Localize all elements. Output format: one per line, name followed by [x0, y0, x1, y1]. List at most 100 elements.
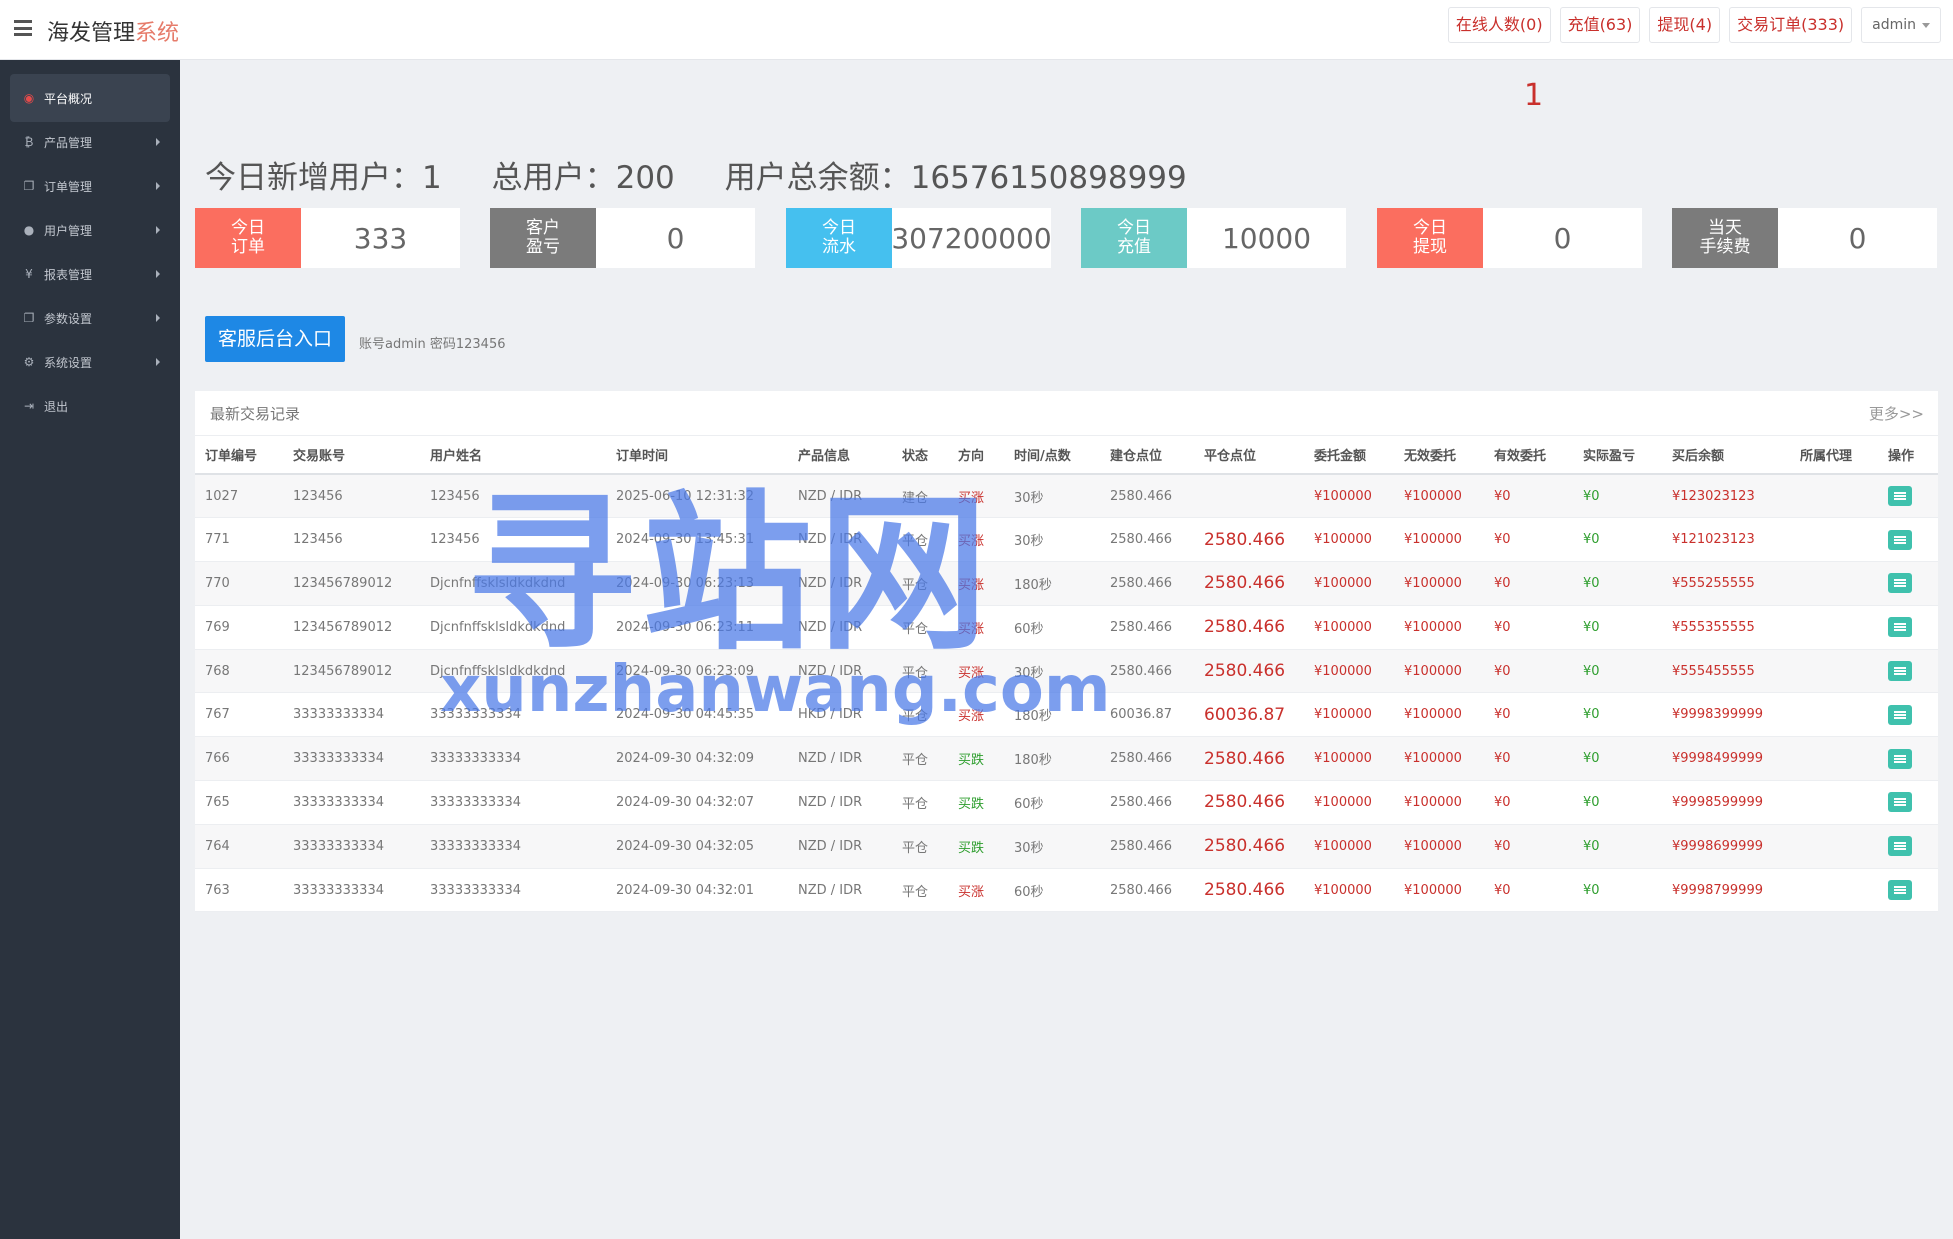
cell-duration: 60秒	[1004, 605, 1100, 650]
cell-actions	[1878, 474, 1938, 519]
cell-duration: 180秒	[1004, 692, 1100, 738]
table-row: 766 33333333334 33333333334 2024-09-30 04:3…	[195, 736, 1938, 782]
cell-duration: 60秒	[1004, 868, 1100, 913]
cell-duration: 180秒	[1004, 561, 1100, 606]
cell-agent	[1790, 692, 1878, 738]
trade-orders-button[interactable]: 交易订单(333)	[1729, 7, 1853, 43]
copy-icon: ❐	[23, 311, 35, 325]
more-link[interactable]: 更多>>	[1869, 403, 1924, 424]
cell-order-time: 2024-09-30 04:32:05	[606, 824, 788, 869]
cell-order-time: 2024-09-30 04:32:01	[606, 868, 788, 913]
cell-close-price: 2580.466	[1194, 605, 1304, 650]
cell-product: NZD / IDR	[788, 649, 892, 694]
view-detail-icon[interactable]	[1888, 573, 1912, 594]
view-detail-icon[interactable]	[1888, 792, 1912, 813]
sidebar-item-5[interactable]: ❐ 参数设置	[10, 294, 170, 342]
cell-open-price: 2580.466	[1100, 824, 1194, 869]
recharge-button[interactable]: 充值(63)	[1559, 7, 1641, 43]
sidebar-item-3[interactable]: ● 用户管理	[10, 206, 170, 254]
cell-order-time: 2024-09-30 06:23:09	[606, 649, 788, 694]
latest-trades-panel: 最新交易记录 更多>> 订单编号 交易账号 用户姓名 订单时间 产品信息 状态 方向 时间/点…	[195, 391, 1938, 913]
cell-duration: 60秒	[1004, 780, 1100, 825]
online-users-button[interactable]: 在线人数(0)	[1447, 7, 1551, 43]
cell-close-price: 2580.466	[1194, 649, 1304, 694]
cell-profit: ¥0	[1573, 649, 1662, 694]
sidebar-item-6[interactable]: ⚙ 系统设置	[10, 338, 170, 386]
cell-direction: 买涨	[948, 692, 1004, 738]
column-header: 买后余额	[1662, 436, 1790, 475]
top-bar: 海发管理系统 在线人数(0) 充值(63) 提现(4) 交易订单(333) ad…	[0, 0, 1953, 60]
cell-user-name: 123456	[420, 474, 606, 519]
view-detail-icon[interactable]	[1888, 880, 1912, 901]
customer-service-credentials: 账号admin 密码123456	[359, 337, 506, 352]
cell-agent	[1790, 605, 1878, 650]
cell-close-price: 60036.87	[1194, 692, 1304, 738]
dashboard-icon: ◉	[23, 91, 35, 105]
sidebar-item-0[interactable]: ◉ 平台概况	[10, 74, 170, 122]
cell-duration: 180秒	[1004, 736, 1100, 782]
sidebar-item-7[interactable]: ⇥ 退出	[10, 382, 170, 430]
view-detail-icon[interactable]	[1888, 748, 1912, 769]
view-detail-icon[interactable]	[1888, 836, 1912, 857]
cell-direction: 买跌	[948, 824, 1004, 869]
cell-direction: 买涨	[948, 517, 1004, 563]
cell-direction: 买涨	[948, 474, 1004, 519]
hamburger-menu-icon[interactable]	[14, 20, 32, 36]
cell-order-id: 767	[195, 692, 283, 738]
cell-valid-amount: ¥0	[1484, 868, 1573, 913]
table-header-row: 订单编号 交易账号 用户姓名 订单时间 产品信息 状态 方向 时间/点数 建仓点位 平仓点位 委托金…	[195, 436, 1938, 475]
cell-product: NZD / IDR	[788, 780, 892, 825]
cell-agent	[1790, 517, 1878, 563]
table-row: 771 123456 123456 2024-09-30 13:45:31 NZD / …	[195, 517, 1938, 563]
cell-close-price: 2580.466	[1194, 561, 1304, 606]
stat-label: 今日 提现	[1377, 208, 1483, 268]
table-row: 770 123456789012 Djcnfnffsklsldkdkdnd 2024-…	[195, 561, 1938, 606]
table-row: 1027 123456 123456 2025-06-10 12:31:32 NZD /…	[195, 474, 1938, 519]
withdraw-button[interactable]: 提现(4)	[1649, 7, 1721, 43]
view-detail-icon[interactable]	[1888, 704, 1912, 725]
cell-order-id: 765	[195, 780, 283, 825]
total-user-balance: 用户总余额：16576150898999	[724, 160, 1187, 196]
cell-valid-amount: ¥0	[1484, 517, 1573, 563]
column-header: 建仓点位	[1100, 436, 1194, 475]
stat-label: 今日 充值	[1081, 208, 1187, 268]
cell-valid-amount: ¥0	[1484, 605, 1573, 650]
cell-open-price: 2580.466	[1100, 605, 1194, 650]
cell-order-time: 2024-09-30 04:45:35	[606, 692, 788, 738]
sidebar-item-2[interactable]: ❐ 订单管理	[10, 162, 170, 210]
customer-service-entry-button[interactable]: 客服后台入口	[205, 316, 345, 362]
view-detail-icon[interactable]	[1888, 486, 1912, 507]
cell-actions	[1878, 780, 1938, 825]
cell-status: 平仓	[892, 605, 948, 650]
sidebar-item-4[interactable]: ¥ 报表管理	[10, 250, 170, 298]
cell-order-id: 769	[195, 605, 283, 650]
caret-right-icon	[156, 138, 160, 146]
column-header: 委托金额	[1304, 436, 1394, 475]
cell-close-price: 2580.466	[1194, 780, 1304, 825]
user-menu-button[interactable]: admin	[1861, 7, 1941, 43]
cell-agent	[1790, 736, 1878, 782]
cell-user-name: 33333333334	[420, 824, 606, 869]
view-detail-icon[interactable]	[1888, 617, 1912, 638]
cell-amount: ¥100000	[1304, 474, 1394, 519]
cell-agent	[1790, 474, 1878, 519]
stat-value: 333	[353, 221, 408, 255]
cell-balance: ¥9998599999	[1662, 780, 1790, 825]
sidebar-item-label: 退出	[44, 399, 69, 414]
sidebar-item-label: 系统设置	[44, 355, 93, 370]
view-detail-icon[interactable]	[1888, 529, 1912, 550]
cell-profit: ¥0	[1573, 780, 1662, 825]
cell-status: 平仓	[892, 561, 948, 606]
cell-status: 建仓	[892, 474, 948, 519]
stat-card: 今日 流水 307200000	[786, 208, 1052, 268]
stat-value: 0	[666, 221, 685, 255]
app-title-main: 海发管理	[47, 21, 136, 46]
cell-duration: 30秒	[1004, 824, 1100, 869]
cell-order-id: 768	[195, 649, 283, 694]
sidebar-item-1[interactable]: ₿ 产品管理	[10, 118, 170, 166]
cell-order-id: 771	[195, 517, 283, 563]
cell-balance: ¥9998699999	[1662, 824, 1790, 869]
stat-label: 今日 流水	[786, 208, 892, 268]
cell-invalid-amount: ¥100000	[1394, 868, 1484, 913]
view-detail-icon[interactable]	[1888, 661, 1912, 682]
